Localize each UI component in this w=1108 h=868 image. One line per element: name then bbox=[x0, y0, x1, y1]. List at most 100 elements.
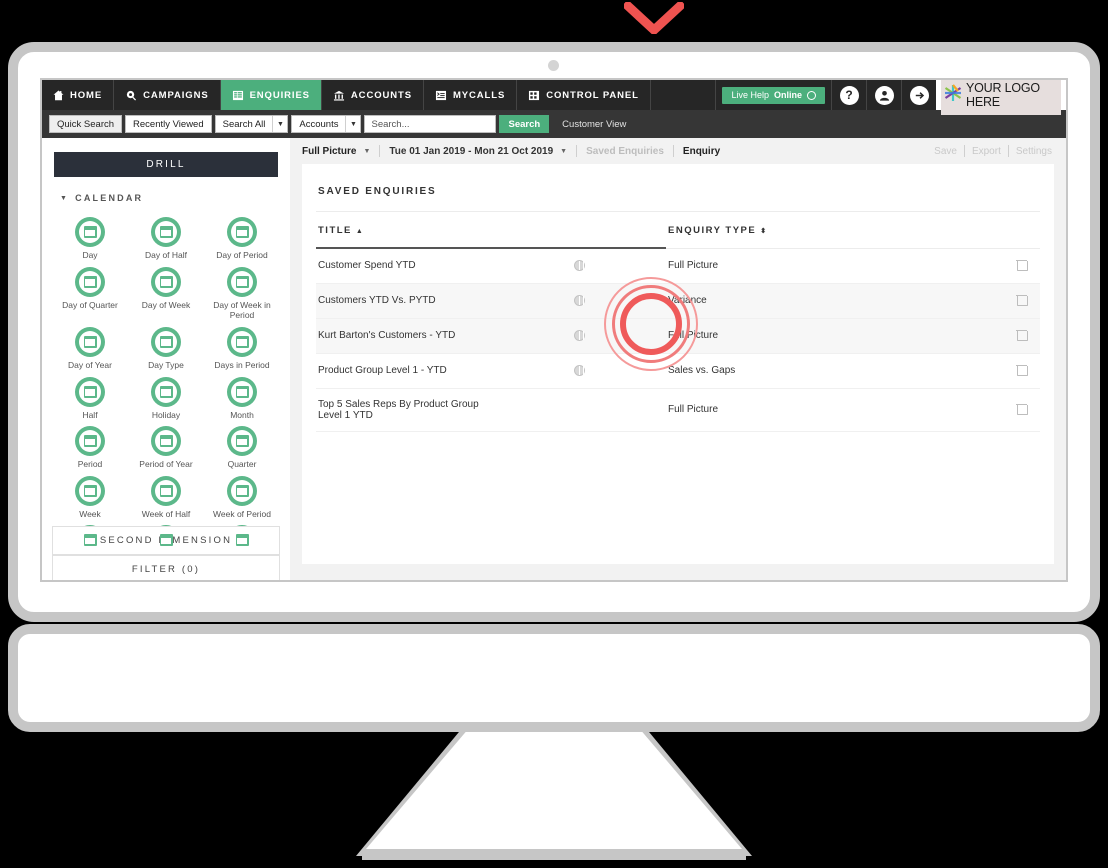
live-help-prefix: Live Help bbox=[731, 90, 769, 100]
nav-item-campaigns[interactable]: CAMPAIGNS bbox=[114, 80, 221, 110]
cell-enquiry-type: Full Picture bbox=[666, 248, 1000, 284]
table-row[interactable]: Kurt Barton's Customers - YTD Full Pictu… bbox=[316, 318, 1040, 354]
calendar-item[interactable]: Day of Half bbox=[128, 213, 204, 261]
calendar-item[interactable]: Days in Period bbox=[204, 323, 280, 371]
calendar-icon bbox=[227, 217, 257, 247]
calendar-item[interactable]: Holiday bbox=[128, 373, 204, 421]
calendar-icon bbox=[75, 266, 105, 297]
calendar-dimension-grid: Day Day of Half Day of Period Day of Qua… bbox=[52, 213, 280, 558]
delete-button[interactable] bbox=[1000, 353, 1040, 389]
chevron-down-icon: ▼ bbox=[345, 116, 360, 132]
table-row[interactable]: Customer Spend YTD Full Picture bbox=[316, 248, 1040, 284]
cell-globe[interactable] bbox=[491, 353, 666, 389]
delete-button[interactable] bbox=[1000, 283, 1040, 319]
filter-button[interactable]: FILTER (0) bbox=[52, 555, 280, 580]
calendar-item-label: Days in Period bbox=[214, 359, 270, 370]
calendar-item[interactable]: Day bbox=[52, 213, 128, 261]
cell-globe[interactable] bbox=[491, 248, 666, 284]
nav-item-accounts[interactable]: ACCOUNTS bbox=[322, 80, 424, 110]
nav-item-mycalls[interactable]: MYCALLS bbox=[424, 80, 518, 110]
customer-view-label[interactable]: Customer View bbox=[562, 119, 626, 130]
webcam-dot bbox=[548, 60, 559, 71]
calendar-item[interactable]: Half bbox=[52, 373, 128, 421]
cell-globe bbox=[491, 388, 666, 432]
breadcrumb-view[interactable]: Full Picture bbox=[302, 146, 356, 157]
column-header-enquiry-type-label: ENQUIRY TYPE bbox=[668, 225, 757, 237]
help-icon: ? bbox=[839, 85, 859, 105]
export-button[interactable]: Export bbox=[972, 146, 1001, 157]
calendar-item[interactable]: Week bbox=[52, 472, 128, 520]
saved-enquiries-card: SAVED ENQUIRIES TITLE ▲ ENQUIRY TYPE ⬍ C… bbox=[302, 164, 1054, 564]
cell-enquiry-type: Sales vs. Gaps bbox=[666, 353, 1000, 389]
live-help-button[interactable]: Live Help Online bbox=[722, 86, 825, 104]
delete-button[interactable] bbox=[1000, 248, 1040, 284]
user-account-button[interactable] bbox=[866, 80, 901, 110]
calendar-item-label: Period of Year bbox=[139, 459, 193, 470]
calendar-item[interactable]: Period bbox=[52, 422, 128, 470]
calendar-item[interactable]: Month bbox=[204, 373, 280, 421]
calendar-item[interactable]: Week of Half bbox=[128, 472, 204, 520]
chevron-down-icon[interactable]: ▼ bbox=[560, 148, 567, 155]
calendar-item[interactable]: Day of Week bbox=[128, 263, 204, 321]
search-entity-select[interactable]: Accounts ▼ bbox=[291, 115, 362, 133]
calendar-item-label: Day of Quarter bbox=[62, 299, 118, 310]
sort-both-icon: ⬍ bbox=[760, 228, 768, 236]
drill-sidebar: DRILL ▼ CALENDAR Day Day of Half Day of … bbox=[42, 138, 298, 580]
cell-title: Customer Spend YTD bbox=[316, 248, 491, 284]
drill-button[interactable]: DRILL bbox=[54, 152, 278, 177]
calendar-section-header[interactable]: ▼ CALENDAR bbox=[60, 193, 290, 203]
application-screen: HOME CAMPAIGNS ENQUIRIES ACCOUNTS MYCALL bbox=[40, 78, 1068, 582]
table-row[interactable]: Top 5 Sales Reps By Product Group Level … bbox=[316, 388, 1040, 432]
breadcrumb-saved-enquiries[interactable]: Saved Enquiries bbox=[586, 146, 664, 157]
calendar-icon bbox=[151, 376, 181, 407]
breadcrumb-enquiry[interactable]: Enquiry bbox=[683, 146, 720, 157]
calendar-item-label: Day of Week bbox=[141, 299, 191, 310]
table-row[interactable]: Customers YTD Vs. PYTD Variance bbox=[316, 283, 1040, 319]
nav-item-home[interactable]: HOME bbox=[42, 80, 115, 110]
delete-button[interactable] bbox=[1000, 318, 1040, 354]
nav-item-control-panel[interactable]: CONTROL PANEL bbox=[517, 80, 651, 110]
logo-text: YOUR LOGO HERE bbox=[966, 81, 1040, 109]
calendar-item[interactable]: Day Type bbox=[128, 323, 204, 371]
quick-search-button[interactable]: Quick Search bbox=[49, 115, 123, 133]
calendar-icon bbox=[151, 266, 181, 297]
calendar-item-label: Month bbox=[230, 409, 254, 420]
arrow-right-icon bbox=[909, 85, 929, 105]
search-submit-button[interactable]: Search bbox=[499, 115, 550, 133]
column-header-title[interactable]: TITLE ▲ bbox=[316, 212, 666, 249]
save-button[interactable]: Save bbox=[934, 146, 957, 157]
cell-enquiry-type: Full Picture bbox=[666, 318, 1000, 354]
calendar-item[interactable]: Week of Period bbox=[204, 472, 280, 520]
calendar-item-label: Week of Half bbox=[141, 508, 191, 519]
calendar-item[interactable]: Day of Period bbox=[204, 213, 280, 261]
divider bbox=[379, 145, 381, 157]
delete-button[interactable] bbox=[1000, 388, 1040, 432]
column-header-enquiry-type[interactable]: ENQUIRY TYPE ⬍ bbox=[666, 212, 1000, 249]
column-header-title-label: TITLE bbox=[318, 225, 352, 236]
cell-globe[interactable] bbox=[491, 318, 666, 354]
logout-button[interactable] bbox=[901, 80, 936, 110]
calendar-item[interactable]: Day of Week in Period bbox=[204, 263, 280, 321]
nav-item-enquiries[interactable]: ENQUIRIES bbox=[220, 80, 322, 110]
chevron-down-icon[interactable]: ▼ bbox=[363, 148, 370, 155]
settings-button[interactable]: Settings bbox=[1016, 146, 1052, 157]
table-row[interactable]: Product Group Level 1 - YTD Sales vs. Ga… bbox=[316, 353, 1040, 389]
calendar-item[interactable]: Day of Year bbox=[52, 323, 128, 371]
calendar-icon bbox=[151, 426, 181, 457]
globe-icon bbox=[574, 364, 585, 376]
caret-down-icon: ▼ bbox=[60, 194, 70, 202]
calendar-item[interactable]: Quarter bbox=[204, 422, 280, 470]
nav-label-home: HOME bbox=[70, 89, 103, 101]
recently-viewed-button[interactable]: Recently Viewed bbox=[125, 115, 212, 133]
help-button[interactable]: ? bbox=[831, 80, 866, 110]
home-icon bbox=[53, 90, 64, 101]
cell-globe[interactable] bbox=[491, 283, 666, 319]
search-scope-select[interactable]: Search All ▼ bbox=[214, 115, 289, 133]
calendar-icon bbox=[151, 326, 181, 357]
breadcrumb-date-range[interactable]: Tue 01 Jan 2019 - Mon 21 Oct 2019 bbox=[389, 146, 553, 157]
globe-icon bbox=[574, 329, 585, 341]
calendar-item[interactable]: Day of Quarter bbox=[52, 263, 128, 321]
calendar-item[interactable]: Period of Year bbox=[128, 422, 204, 470]
search-input[interactable]: Search... bbox=[364, 115, 497, 133]
main-panel: Full Picture ▼ Tue 01 Jan 2019 - Mon 21 … bbox=[290, 138, 1066, 580]
